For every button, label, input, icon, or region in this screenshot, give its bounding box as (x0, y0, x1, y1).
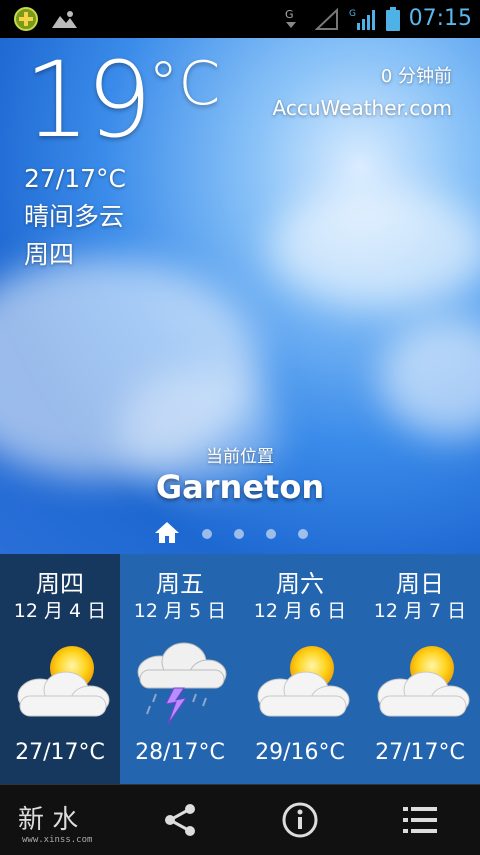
forecast-day[interactable]: 周四 12 月 4 日 27/17°C (0, 554, 120, 784)
status-bar: G G 07:15 (0, 0, 480, 38)
page-dot[interactable] (266, 529, 276, 539)
forecast-day-name: 周四 (36, 570, 84, 598)
brand-logo-url: www.xinss.com (22, 835, 93, 845)
forecast-date: 12 月 5 日 (133, 600, 227, 622)
forecast-strip: 周四 12 月 4 日 27/17°C 周五 12 月 5 日 28/17°C … (0, 554, 480, 784)
temperature-unit: °C (148, 49, 221, 119)
brand-logo-text: 新 水 (18, 805, 79, 835)
menu-icon (403, 807, 437, 833)
app-notification-icon (12, 7, 40, 31)
signal-strength-icon: G (349, 7, 377, 31)
partly-cloudy-icon (17, 646, 110, 717)
background-cloud (380, 318, 480, 438)
partly-cloudy-icon (257, 646, 350, 717)
location-name[interactable]: Garneton (0, 468, 480, 506)
forecast-temp: 28/17°C (135, 740, 225, 765)
page-dot[interactable] (202, 529, 212, 539)
forecast-date: 12 月 7 日 (373, 600, 467, 622)
share-icon (165, 804, 195, 836)
forecast-day-name: 周六 (276, 570, 324, 598)
background-cloud (270, 188, 480, 308)
forecast-date: 12 月 6 日 (253, 600, 347, 622)
last-updated: 0 分钟前 (380, 66, 452, 87)
info-button[interactable] (260, 785, 340, 855)
forecast-day[interactable]: 周六 12 月 6 日 29/16°C (240, 554, 360, 784)
weekday: 周四 (24, 240, 75, 269)
bottom-action-bar: 新 水 www.xinss.com (0, 784, 480, 855)
svg-text:G: G (285, 8, 294, 21)
thunderstorm-icon (137, 642, 227, 725)
page-indicator[interactable] (154, 520, 308, 548)
temperature-range: 27/17°C (24, 164, 127, 193)
forecast-day-name: 周五 (156, 570, 204, 598)
data-transfer-icon: G (277, 7, 305, 31)
current-details: 27/17°C 晴间多云 周四 (24, 160, 126, 274)
data-source-link[interactable]: AccuWeather.com (273, 96, 452, 120)
forecast-day[interactable]: 周日 12 月 7 日 27/17°C (360, 554, 480, 784)
partly-cloudy-icon (377, 646, 470, 717)
forecast-temp: 27/17°C (375, 740, 465, 765)
menu-button[interactable] (380, 785, 460, 855)
location-label: 当前位置 (206, 447, 274, 467)
svg-text:G: G (349, 9, 356, 19)
page-dot[interactable] (234, 529, 244, 539)
forecast-day-name: 周日 (396, 570, 444, 598)
forecast-day[interactable]: 周五 12 月 5 日 28/17°C (120, 554, 240, 784)
current-weather-panel[interactable]: 19°C 27/17°C 晴间多云 周四 0 分钟前 AccuWeather.c… (0, 38, 480, 554)
weather-notification-icon (50, 7, 78, 31)
info-icon (282, 802, 318, 838)
page-dot[interactable] (298, 529, 308, 539)
battery-icon (385, 6, 401, 31)
clock: 07:15 (408, 6, 472, 31)
forecast-temp: 27/17°C (15, 740, 105, 765)
weather-condition: 晴间多云 (24, 202, 125, 231)
home-icon[interactable] (154, 520, 180, 548)
current-temperature: 19°C (24, 39, 221, 161)
share-button[interactable] (140, 785, 220, 855)
forecast-date: 12 月 4 日 (13, 600, 107, 622)
signal-empty-icon (313, 7, 341, 31)
forecast-temp: 29/16°C (255, 740, 345, 765)
